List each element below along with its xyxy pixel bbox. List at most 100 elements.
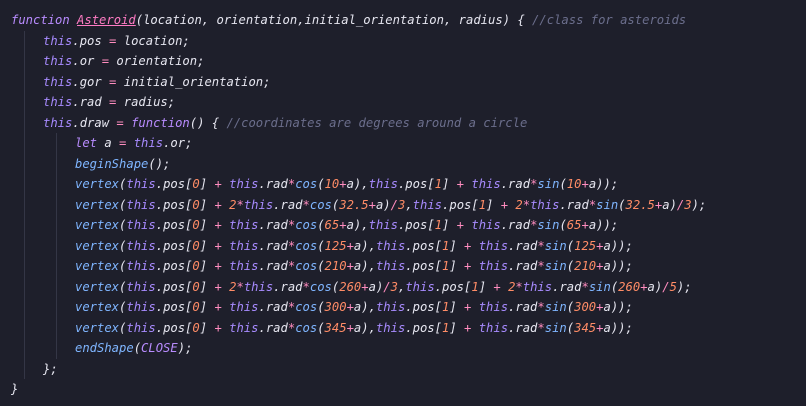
- token: ));: [610, 320, 633, 335]
- token: ]: [199, 259, 208, 273]
- token: a: [346, 177, 354, 191]
- token: cos: [295, 238, 318, 253]
- code-line[interactable]: this.pos = location;: [11, 30, 806, 51]
- token: .gor: [72, 74, 102, 89]
- token: 345: [324, 320, 347, 335]
- token: ),: [361, 259, 376, 273]
- code-line[interactable]: vertex(this.pos[0] + this.rad*cos(10+a),…: [11, 174, 806, 195]
- code-line[interactable]: vertex(this.pos[0] + 2*this.rad*cos(32.5…: [11, 194, 806, 215]
- token: ),: [361, 320, 376, 335]
- token: 0: [192, 238, 200, 253]
- token: ;: [263, 74, 271, 89]
- code-line[interactable]: this.rad = radius;: [11, 92, 806, 113]
- token: +: [346, 320, 354, 335]
- token: 1: [471, 279, 479, 294]
- token: +: [207, 238, 230, 253]
- token: a: [104, 136, 112, 150]
- token: this: [43, 33, 73, 48]
- token: .pos[: [155, 320, 193, 335]
- token: /: [390, 197, 398, 212]
- code-line[interactable]: beginShape();: [11, 153, 806, 174]
- code-line[interactable]: vertex(this.pos[0] + this.rad*cos(300+a)…: [11, 297, 806, 318]
- token: this: [126, 177, 156, 191]
- token: .pos[: [405, 300, 442, 314]
- token: +: [339, 177, 347, 191]
- code-line[interactable]: vertex(this.pos[0] + this.rad*cos(345+a)…: [11, 317, 806, 338]
- token: ): [669, 197, 677, 212]
- token: ]: [199, 197, 208, 212]
- token: //class for asteroids: [532, 13, 687, 27]
- code-text: this.pos = location;: [43, 34, 190, 48]
- token: ) {: [502, 13, 533, 27]
- token: .pos[: [434, 279, 472, 294]
- code-line[interactable]: endShape(CLOSE);: [11, 338, 806, 359]
- token: .rad: [258, 259, 288, 273]
- code-line[interactable]: function Asteroid(location, orientation,…: [11, 10, 806, 31]
- token: 0: [192, 197, 200, 212]
- token: cos: [295, 320, 318, 335]
- token: this: [126, 279, 156, 294]
- code-line[interactable]: this.draw = function() { //coordinates a…: [11, 112, 806, 133]
- token: ;: [197, 54, 205, 68]
- indent-guide: [24, 112, 25, 133]
- token: a: [603, 300, 611, 314]
- token: () {: [189, 115, 227, 130]
- token: +: [449, 177, 472, 191]
- token: (: [133, 341, 142, 355]
- token: *: [537, 300, 545, 314]
- token: .pos[: [155, 279, 193, 294]
- token: =: [101, 95, 124, 109]
- token: .pos[: [155, 177, 193, 191]
- token: ));: [596, 218, 619, 232]
- code-line[interactable]: this.or = orientation;: [11, 51, 806, 72]
- code-line[interactable]: vertex(this.pos[0] + this.rad*cos(125+a)…: [11, 235, 806, 256]
- indent-guide: [24, 71, 25, 92]
- token: 300: [574, 300, 597, 314]
- token: ;: [167, 95, 176, 109]
- token: endShape: [75, 341, 134, 355]
- code-line[interactable]: vertex(this.pos[0] + this.rad*cos(210+a)…: [11, 256, 806, 277]
- code-line[interactable]: };: [11, 358, 806, 379]
- token: .pos[: [155, 238, 193, 253]
- code-text: }: [11, 382, 18, 396]
- token: .rad: [559, 197, 589, 212]
- token: let: [75, 136, 105, 150]
- token: initial_orientation: [123, 74, 264, 89]
- token: 260: [618, 279, 641, 294]
- token: radius: [123, 95, 168, 109]
- code-editor[interactable]: function Asteroid(location, orientation,…: [0, 0, 806, 406]
- code-line[interactable]: let a = this.or;: [11, 133, 806, 154]
- indent-guide: [24, 338, 25, 359]
- indent-guide: [24, 317, 25, 338]
- token: ),: [353, 177, 369, 191]
- token: beginShape: [75, 156, 149, 171]
- code-line[interactable]: }: [11, 379, 806, 400]
- token: sin: [537, 177, 560, 191]
- token: ));: [610, 259, 633, 273]
- token: .rad: [508, 259, 538, 273]
- token: vertex: [75, 197, 120, 212]
- token: a: [603, 259, 611, 273]
- token: }: [11, 382, 19, 396]
- code-line[interactable]: vertex(this.pos[0] + this.rad*cos(65+a),…: [11, 215, 806, 236]
- token: orientation: [216, 13, 298, 27]
- token: this: [126, 320, 156, 335]
- code-line[interactable]: vertex(this.pos[0] + 2*this.rad*cos(260+…: [11, 276, 806, 297]
- token: *: [581, 279, 589, 294]
- indent-guide: [56, 276, 57, 297]
- token: +: [581, 177, 589, 191]
- code-line[interactable]: this.gor = initial_orientation;: [11, 71, 806, 92]
- token: ]: [478, 279, 487, 294]
- token: vertex: [75, 300, 120, 314]
- code-text: beginShape();: [75, 157, 170, 171]
- token: 32.5: [339, 197, 369, 212]
- token: this: [405, 279, 435, 294]
- token: 210: [324, 259, 347, 273]
- token: =: [94, 54, 117, 68]
- code-text: this.draw = function() { //coordinates a…: [43, 116, 527, 130]
- token: );: [676, 279, 692, 294]
- code-text: function Asteroid(location, orientation,…: [11, 13, 686, 27]
- token: /: [662, 279, 670, 294]
- token: +: [493, 197, 516, 212]
- token: 0: [192, 300, 200, 314]
